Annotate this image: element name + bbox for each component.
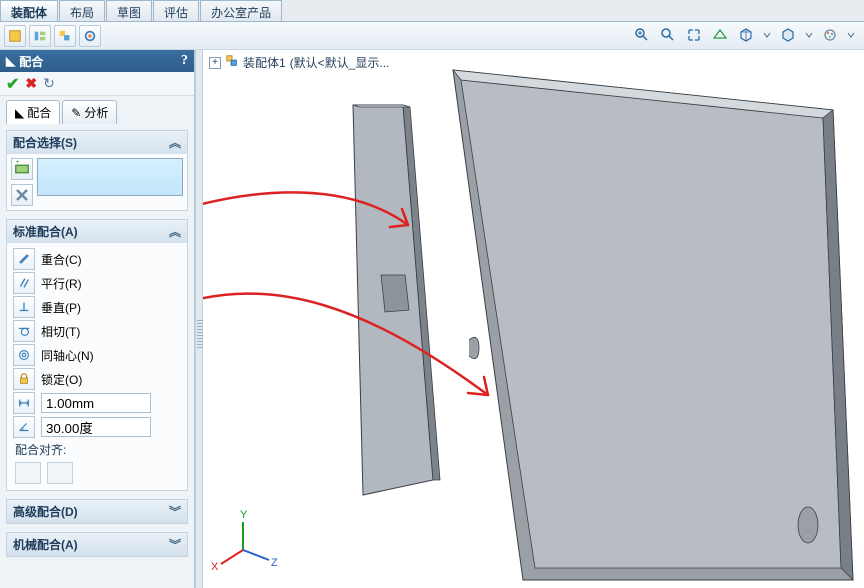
align-anti[interactable] bbox=[47, 462, 73, 484]
help-icon[interactable] bbox=[181, 53, 188, 69]
svg-text:Y: Y bbox=[240, 509, 248, 521]
tab-office[interactable]: 办公室产品 bbox=[200, 0, 282, 21]
distance-input[interactable] bbox=[41, 393, 151, 413]
chevron-down-icon: ︾ bbox=[169, 536, 181, 553]
part-tray[interactable] bbox=[453, 70, 853, 580]
annotation-arrows bbox=[203, 192, 488, 395]
subtab-mate-label: 配合 bbox=[27, 104, 51, 121]
pushpin-icon[interactable]: ↻ bbox=[43, 75, 55, 92]
angle-input[interactable] bbox=[41, 417, 151, 437]
dropdown-chev-icon[interactable] bbox=[804, 25, 814, 45]
section-advanced-mates[interactable]: 高级配合(D) ︾ bbox=[7, 500, 187, 523]
mate-selection-list[interactable] bbox=[37, 158, 183, 196]
tab-layout[interactable]: 布局 bbox=[59, 0, 105, 21]
section-standard-mates-label: 标准配合(A) bbox=[13, 223, 78, 240]
perpendicular-icon bbox=[13, 296, 35, 318]
mate-parallel[interactable]: 平行(R) bbox=[11, 271, 183, 295]
mate-angle[interactable] bbox=[11, 415, 183, 439]
dropdown-chev-icon[interactable] bbox=[846, 25, 856, 45]
zoom-fit-icon[interactable] bbox=[658, 25, 678, 45]
distance-icon bbox=[13, 392, 35, 414]
section-advanced-mates-label: 高级配合(D) bbox=[13, 503, 78, 520]
lock-icon bbox=[13, 368, 35, 390]
orientation-triad[interactable]: Y X Z bbox=[211, 509, 278, 573]
mate-icon: ◣ bbox=[15, 106, 24, 120]
section-mechanical-mates[interactable]: 机械配合(A) ︾ bbox=[7, 533, 187, 556]
graphics-viewport[interactable]: + 装配体1 (默认<默认_显示... bbox=[203, 50, 864, 588]
property-manager-button[interactable] bbox=[29, 25, 51, 47]
mate-perpendicular[interactable]: 垂直(P) bbox=[11, 295, 183, 319]
subtab-analyze[interactable]: ✎分析 bbox=[62, 100, 117, 124]
mate-lock[interactable]: 锁定(O) bbox=[11, 367, 183, 391]
mate-distance[interactable] bbox=[11, 391, 183, 415]
mate-concentric[interactable]: 同轴心(N) bbox=[11, 343, 183, 367]
svg-text:+: + bbox=[16, 159, 20, 166]
mate-tangent[interactable]: 相切(T) bbox=[11, 319, 183, 343]
cancel-icon[interactable]: ✖ bbox=[25, 75, 37, 92]
mate-concentric-label: 同轴心(N) bbox=[41, 347, 94, 364]
section-mechanical-mates-label: 机械配合(A) bbox=[13, 536, 78, 553]
pm-title: ◣ 配合 bbox=[0, 50, 194, 72]
mate-icon: ◣ bbox=[6, 54, 15, 68]
subtab-mate[interactable]: ◣配合 bbox=[6, 100, 60, 124]
display-style-icon[interactable] bbox=[710, 25, 730, 45]
align-label: 配合对齐: bbox=[11, 439, 183, 460]
concentric-icon bbox=[13, 344, 35, 366]
align-aligned[interactable] bbox=[15, 462, 41, 484]
feature-manager-button[interactable] bbox=[4, 25, 26, 47]
svg-text:Z: Z bbox=[271, 557, 278, 569]
ok-icon[interactable]: ✔ bbox=[6, 74, 19, 94]
section-standard-mates[interactable]: 标准配合(A) ︽ bbox=[7, 220, 187, 243]
mate-lock-label: 锁定(O) bbox=[41, 371, 82, 388]
mate-perpendicular-label: 垂直(P) bbox=[41, 299, 81, 316]
chevron-down-icon: ︾ bbox=[169, 503, 181, 520]
part-plate[interactable] bbox=[353, 105, 440, 495]
angle-icon bbox=[13, 416, 35, 438]
view-orientation-icon[interactable] bbox=[684, 25, 704, 45]
analyze-icon: ✎ bbox=[71, 106, 81, 120]
tangent-icon bbox=[13, 320, 35, 342]
tab-sketch[interactable]: 草图 bbox=[106, 0, 152, 21]
tab-review[interactable]: 评估 bbox=[153, 0, 199, 21]
chevron-up-icon: ︽ bbox=[169, 134, 181, 151]
section-mate-selections[interactable]: 配合选择(S) ︽ bbox=[7, 131, 187, 154]
property-manager-panel: ◣ 配合 ✔ ✖ ↻ ◣配合 ✎分析 配合选择(S)︽ + bbox=[0, 50, 195, 588]
mate-tangent-label: 相切(T) bbox=[41, 323, 80, 340]
splitter[interactable] bbox=[195, 50, 203, 588]
config-manager-button[interactable] bbox=[54, 25, 76, 47]
chevron-up-icon: ︽ bbox=[169, 223, 181, 240]
dropdown-chev-icon[interactable] bbox=[762, 25, 772, 45]
coincident-icon bbox=[13, 248, 35, 270]
viewport-svg: Y X Z bbox=[203, 50, 863, 588]
section-mate-selections-label: 配合选择(S) bbox=[13, 134, 77, 151]
section-view-icon[interactable] bbox=[736, 25, 756, 45]
subtab-analyze-label: 分析 bbox=[84, 104, 108, 121]
zoom-in-icon[interactable] bbox=[632, 25, 652, 45]
pm-title-text: 配合 bbox=[19, 53, 43, 70]
display-manager-button[interactable] bbox=[79, 25, 101, 47]
mate-coincident-label: 重合(C) bbox=[41, 251, 82, 268]
appearance-icon[interactable] bbox=[820, 25, 840, 45]
mate-parallel-label: 平行(R) bbox=[41, 275, 82, 292]
hide-show-icon[interactable] bbox=[778, 25, 798, 45]
tab-assembly[interactable]: 装配体 bbox=[0, 0, 58, 21]
multi-mate-icon[interactable] bbox=[11, 184, 33, 206]
svg-text:X: X bbox=[211, 561, 219, 573]
mate-entity-icon[interactable]: + bbox=[11, 158, 33, 180]
mate-coincident[interactable]: 重合(C) bbox=[11, 247, 183, 271]
parallel-icon bbox=[13, 272, 35, 294]
